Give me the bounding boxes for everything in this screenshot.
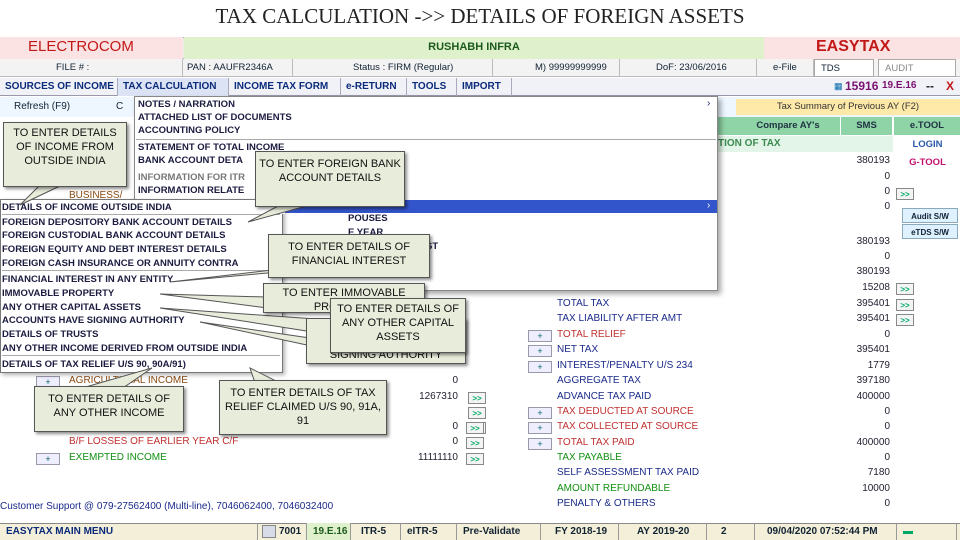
pre-validate-button[interactable]: Pre-Validate (457, 523, 541, 540)
callout-financial-interest: TO ENTER DETAILS OF FINANCIAL INTEREST (268, 234, 430, 278)
status-code: 7001 (277, 523, 307, 540)
status-count: 2 (715, 523, 755, 540)
status-fy: FY 2018-19 (549, 523, 619, 540)
callout-pointer-immovable (159, 293, 277, 310)
status-indicator: ▬ (897, 523, 957, 540)
callout-pointers (19, 184, 333, 391)
main-menu-button[interactable]: EASYTAX MAIN MENU (0, 523, 258, 540)
status-eitr5[interactable]: eITR-5 (401, 523, 457, 540)
callout-foreign-bank: TO ENTER FOREIGN BANK ACCOUNT DETAILS (255, 151, 405, 207)
status-datetime: 09/04/2020 07:52:44 PM (761, 523, 897, 540)
calculator-icon[interactable] (262, 525, 276, 538)
callout-tax-relief: TO ENTER DETAILS OF TAX RELIEF CLAIMED U… (219, 380, 387, 435)
customer-support-text: Customer Support @ 079-27562400 (Multi-l… (0, 501, 334, 512)
callout-pointer-income-outside (19, 184, 63, 206)
screen: TAX CALCULATION ->> DETAILS OF FOREIGN A… (0, 0, 960, 540)
status-version: 19.E.16 (307, 523, 351, 540)
status-itr5[interactable]: ITR-5 (355, 523, 401, 540)
callout-pointer-bank (247, 204, 311, 223)
callout-other-income: TO ENTER DETAILS OF ANY OTHER INCOME (34, 386, 184, 432)
callout-income-outside-india: TO ENTER DETAILS OF INCOME FROM OUTSIDE … (3, 122, 127, 187)
callout-capital-assets: TO ENTER DETAILS OF ANY OTHER CAPITAL AS… (330, 298, 466, 353)
status-ay: AY 2019-20 (631, 523, 707, 540)
